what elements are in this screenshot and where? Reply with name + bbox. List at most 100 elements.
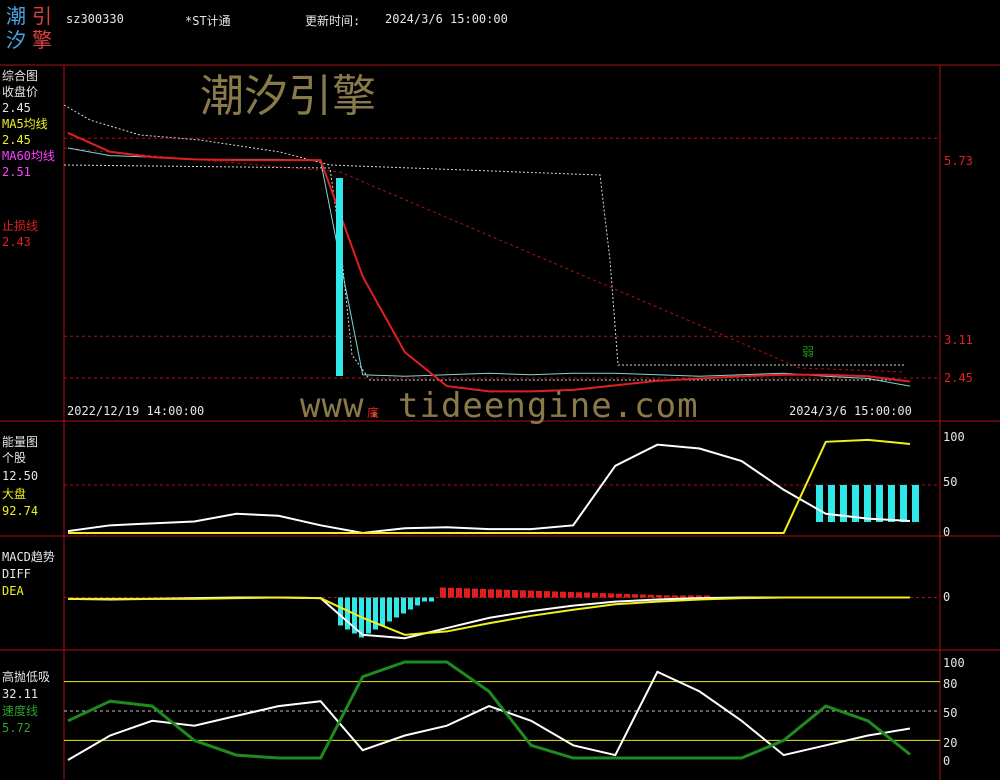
macd-histogram-bar bbox=[512, 590, 518, 598]
bottom-mark: 底 bbox=[367, 406, 380, 420]
energy-bar bbox=[864, 485, 871, 522]
oscillator-series-line bbox=[67, 670, 911, 761]
market-energy-label: 大盘 bbox=[2, 487, 27, 501]
macd-histogram-bar bbox=[338, 597, 343, 626]
market-energy-value: 92.74 bbox=[2, 504, 39, 518]
macd-histogram-bar bbox=[366, 597, 371, 634]
macd-histogram-bar bbox=[632, 594, 638, 598]
macd-histogram-bar bbox=[592, 592, 598, 598]
macd-histogram-bar bbox=[456, 588, 462, 598]
ma5-label: MA5均线 bbox=[2, 117, 48, 131]
watermark-url-right: tideengine.com bbox=[398, 386, 699, 426]
macd-histogram-bar bbox=[415, 597, 420, 606]
macd-histogram-bar bbox=[448, 587, 454, 598]
macd-histogram-bar bbox=[422, 597, 427, 602]
oscillator-axis-label: 80 bbox=[943, 677, 958, 691]
energy-panel-title: 能量图 bbox=[2, 435, 39, 449]
oscillator-value: 32.11 bbox=[2, 687, 39, 701]
macd-histogram-bar bbox=[387, 597, 392, 622]
energy-bar bbox=[912, 485, 919, 522]
oscillator-axis-label: 20 bbox=[943, 736, 958, 750]
energy-series-line bbox=[67, 443, 911, 535]
stop-loss-value: 2.43 bbox=[2, 235, 31, 249]
energy-bar bbox=[876, 485, 883, 522]
main-panel-title: 综合图 bbox=[2, 69, 39, 83]
price-axis-label: 3.11 bbox=[944, 333, 973, 347]
macd-histogram-bar bbox=[504, 589, 510, 598]
macd-histogram-bar bbox=[536, 590, 542, 598]
macd-histogram-bar bbox=[440, 587, 446, 598]
price-drop-bar bbox=[336, 178, 343, 376]
diff-label: DIFF bbox=[2, 567, 31, 581]
energy-series-line bbox=[68, 438, 911, 534]
macd-histogram-bar bbox=[528, 590, 534, 598]
macd-histogram-bar bbox=[464, 588, 470, 598]
macd-histogram-bar bbox=[429, 597, 434, 602]
macd-histogram-bar bbox=[394, 597, 399, 618]
macd-histogram-bar bbox=[656, 595, 662, 598]
energy-bar bbox=[828, 485, 835, 522]
stock-energy-label: 个股 bbox=[2, 451, 27, 465]
macd-histogram-bar bbox=[480, 588, 486, 598]
stock-energy-value: 12.50 bbox=[2, 469, 39, 483]
energy-axis-label: 50 bbox=[943, 475, 958, 489]
macd-histogram-bar bbox=[496, 589, 502, 598]
oscillator-axis-label: 100 bbox=[943, 656, 965, 670]
macd-histogram-bar bbox=[472, 588, 478, 598]
upper-band-line bbox=[63, 104, 905, 366]
macd-histogram-bar bbox=[672, 595, 678, 598]
macd-histogram-bar bbox=[688, 595, 694, 598]
macd-histogram-bar bbox=[680, 595, 686, 598]
macd-histogram-bar bbox=[648, 594, 654, 598]
speed-line-label: 速度线 bbox=[2, 704, 39, 718]
ma60-label: MA60均线 bbox=[2, 149, 55, 163]
macd-histogram-bar bbox=[380, 597, 385, 626]
macd-histogram-bar bbox=[568, 591, 574, 598]
macd-histogram-bar bbox=[584, 592, 590, 598]
macd-histogram-bar bbox=[401, 597, 406, 614]
watermark-title: 潮汐引擎 bbox=[200, 71, 376, 122]
macd-histogram-bar bbox=[520, 590, 526, 598]
oscillator-panel-title: 高抛低吸 bbox=[2, 670, 51, 684]
macd-histogram-bar bbox=[544, 591, 550, 598]
dea-label: DEA bbox=[2, 584, 24, 598]
ma5-value: 2.45 bbox=[2, 133, 31, 147]
main-series-line bbox=[67, 147, 911, 387]
macd-histogram-bar bbox=[624, 593, 630, 598]
ma60-value: 2.51 bbox=[2, 165, 31, 179]
macd-axis-label: 0 bbox=[943, 590, 951, 604]
speed-line-value: 5.72 bbox=[2, 721, 31, 735]
oscillator-series-line bbox=[67, 660, 911, 760]
macd-histogram-bar bbox=[640, 594, 646, 598]
macd-histogram-bar bbox=[576, 592, 582, 598]
end-date-label: 2024/3/6 15:00:00 bbox=[789, 404, 912, 418]
macd-histogram-bar bbox=[345, 597, 350, 630]
macd-histogram-bar bbox=[552, 591, 558, 598]
ma60-trend-line bbox=[63, 147, 906, 373]
price-axis-label: 5.73 bbox=[944, 154, 973, 168]
macd-series-line bbox=[67, 596, 910, 640]
start-date-label: 2022/12/19 14:00:00 bbox=[67, 404, 205, 418]
energy-axis-label: 0 bbox=[943, 525, 951, 539]
energy-bar bbox=[900, 485, 907, 522]
close-value: 2.45 bbox=[2, 101, 31, 115]
macd-histogram-bar bbox=[560, 591, 566, 598]
oscillator-axis-label: 0 bbox=[943, 754, 951, 768]
macd-series-line bbox=[68, 596, 910, 636]
weak-signal-label: 弱 bbox=[802, 345, 815, 359]
macd-panel-title: MACD趋势 bbox=[2, 550, 55, 564]
energy-bar bbox=[888, 485, 895, 522]
macd-histogram-bar bbox=[600, 593, 606, 598]
lower-band-line bbox=[63, 164, 905, 381]
macd-histogram-bar bbox=[408, 597, 413, 610]
close-label: 收盘价 bbox=[2, 85, 39, 99]
macd-histogram-bar bbox=[664, 595, 670, 598]
macd-histogram-bar bbox=[616, 593, 622, 598]
macd-histogram-bar bbox=[608, 593, 614, 598]
price-axis-label: 2.45 bbox=[944, 371, 973, 385]
energy-bar bbox=[816, 485, 823, 522]
oscillator-axis-label: 50 bbox=[943, 706, 958, 720]
main-series-line bbox=[67, 131, 911, 393]
macd-histogram-bar bbox=[488, 589, 494, 598]
stop-loss-label: 止损线 bbox=[2, 219, 39, 233]
